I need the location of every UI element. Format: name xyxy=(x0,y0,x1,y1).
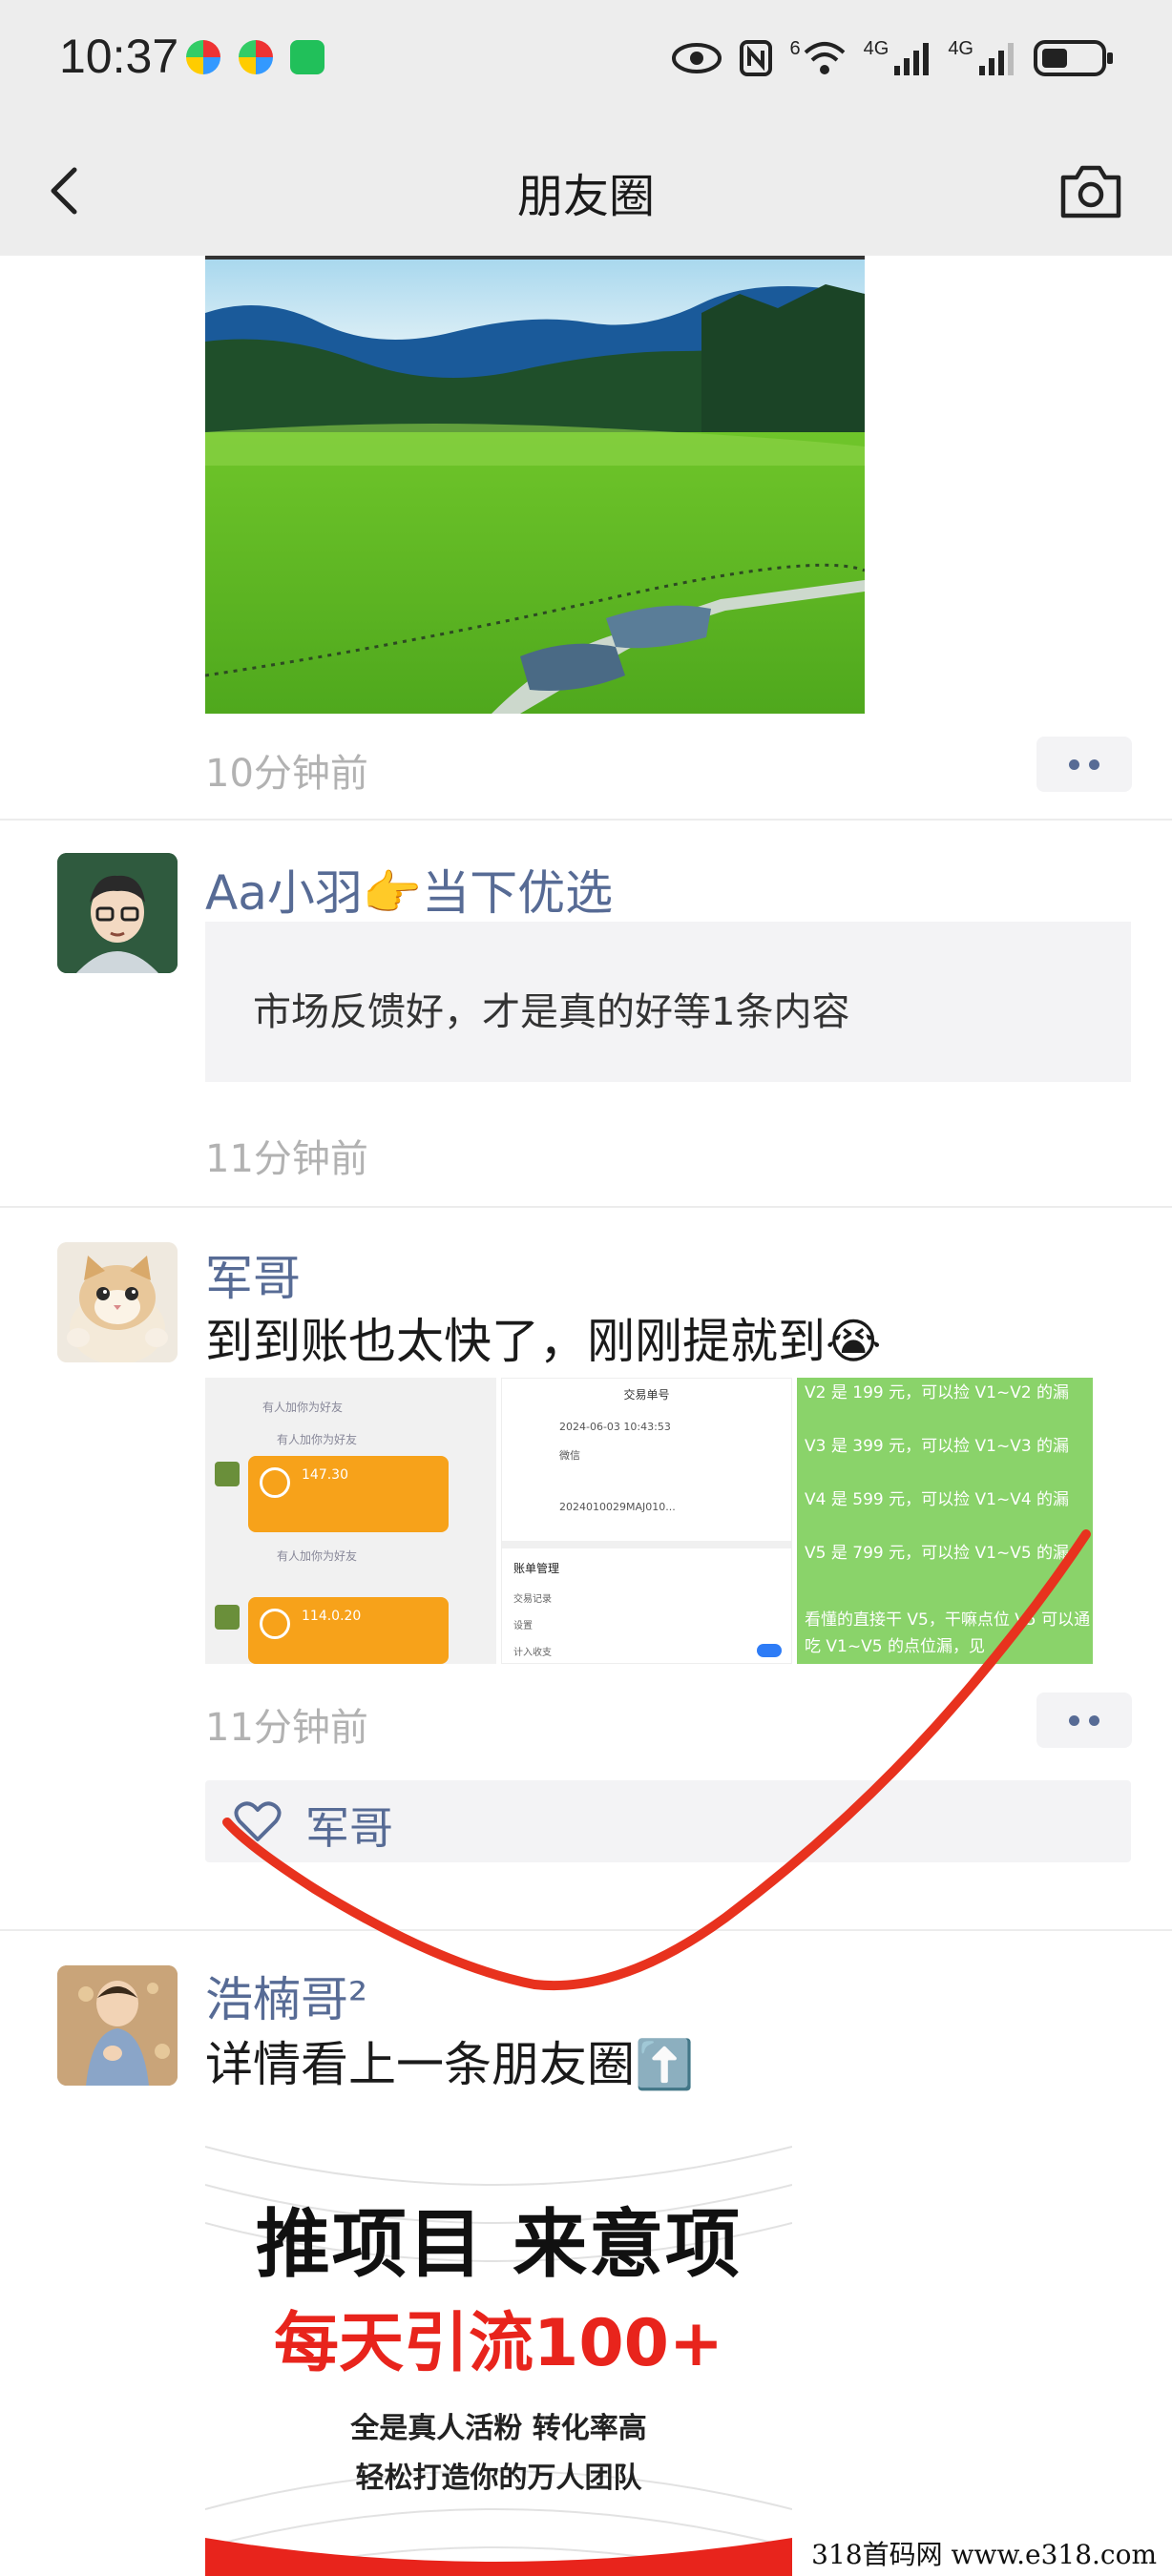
promo-poster-image[interactable]: 推项目 来意项 每天引流100+ 全是真人活粉 转化率高 轻松打造你的万人团队 xyxy=(205,2109,792,2576)
nav-bar: 朋友圈 xyxy=(0,124,1172,256)
poster-name[interactable]: Aa小羽👉当下优选 xyxy=(205,855,613,924)
poster-tagline: 轻松打造你的万人团队 xyxy=(355,2462,642,2495)
transfer-icon xyxy=(260,1609,290,1639)
avatar[interactable] xyxy=(57,853,178,973)
network-label: 4G xyxy=(863,37,889,59)
image-text: 微信 xyxy=(559,1449,580,1462)
dot-icon xyxy=(1069,758,1079,770)
image-text: 交易单号 xyxy=(623,1388,670,1402)
image-text: V5 是 799 元，可以捡 V1~V5 的漏 xyxy=(805,1544,1070,1563)
cartoon-avatar-icon xyxy=(57,853,178,973)
camera-icon[interactable] xyxy=(1057,160,1124,221)
site-watermark: 318首码网 www.e318.com xyxy=(806,2534,1162,2572)
transfer-amount: 147.30 xyxy=(302,1467,348,1483)
transfer-bubble: 147.30 xyxy=(248,1456,449,1532)
liker-name[interactable]: 军哥 xyxy=(305,1794,393,1857)
app-notification-icon xyxy=(186,40,220,74)
wifi-icon xyxy=(804,42,845,74)
image-text: 看懂的直接干 V5，干嘛点位 V5 可以通吃 V1~V5 的点位漏，见 xyxy=(805,1610,1091,1656)
image-text: 2024-06-03 10:43:53 xyxy=(559,1421,671,1433)
poster-name[interactable]: 浩楠哥² xyxy=(205,1962,367,2030)
bill-detail-image[interactable]: 交易单号 2024-06-03 10:43:53 微信 2024010029MA… xyxy=(501,1378,792,1664)
text-note-image[interactable]: V2 是 199 元，可以捡 V1~V2 的漏 V3 是 399 元，可以捡 V… xyxy=(797,1378,1093,1664)
shared-content-text: 市场反馈好，才是真的好等1条内容 xyxy=(253,990,850,1034)
transfer-bubble: 114.0.20 xyxy=(248,1597,449,1664)
transfer-icon xyxy=(260,1467,290,1498)
post-time: 10分钟前 xyxy=(205,752,368,796)
image-text: 交易记录 xyxy=(513,1594,552,1605)
baby-avatar-icon xyxy=(57,1965,178,2086)
image-text: V3 是 399 元，可以捡 V1~V3 的漏 xyxy=(805,1437,1070,1456)
moment-post: 浩楠哥² 详情看上一条朋友圈⬆️ 推项目 来意项 每天引流100+ 全是真人活粉… xyxy=(0,1931,1172,2576)
cat-avatar-icon xyxy=(57,1242,178,1362)
wechat-icon xyxy=(290,40,324,74)
more-actions-button[interactable] xyxy=(1036,737,1132,792)
eye-icon xyxy=(671,43,722,73)
network-label: 6 xyxy=(789,37,801,59)
image-text: 有人加你为好友 xyxy=(277,1549,358,1563)
status-bar: 10:37 6 4G 4G xyxy=(0,0,1172,124)
post-text: 详情看上一条朋友圈⬆️ xyxy=(205,2037,695,2092)
image-text: 账单管理 xyxy=(513,1562,560,1575)
heart-icon xyxy=(234,1801,282,1841)
image-text: 2024010029MAJ010... xyxy=(559,1501,676,1513)
post-time: 11分钟前 xyxy=(205,1137,368,1181)
poster-name[interactable]: 军哥 xyxy=(205,1240,301,1309)
shared-content-card[interactable]: 市场反馈好，才是真的好等1条内容 xyxy=(205,922,1131,1082)
moment-post: 10分钟前 xyxy=(0,256,1172,819)
moment-post: 军哥 到到账也太快了，刚刚提就到😭 有人加你为好友 有人加你为好友 147.30… xyxy=(0,1208,1172,1914)
dot-icon xyxy=(1089,1714,1099,1726)
image-grid: 有人加你为好友 有人加你为好友 147.30 有人加你为好友 114.0.20 … xyxy=(205,1378,1093,1664)
likes-bar: 军哥 xyxy=(205,1780,1131,1862)
toggle-icon xyxy=(757,1644,782,1657)
poster-tagline: 全是真人活粉 转化率高 xyxy=(350,2412,647,2445)
landscape-meadow-photo[interactable] xyxy=(205,256,865,714)
poster-headline: 推项目 来意项 xyxy=(255,2202,743,2288)
image-text: V2 是 199 元，可以捡 V1~V2 的漏 xyxy=(805,1383,1070,1402)
post-text: 到到账也太快了，刚刚提就到😭 xyxy=(205,1314,882,1369)
image-text: 设置 xyxy=(513,1621,533,1631)
image-text: V4 是 599 元，可以捡 V1~V4 的漏 xyxy=(805,1490,1070,1509)
signal-icon xyxy=(979,43,1014,75)
status-icons: 6 4G 4G xyxy=(671,34,1116,82)
image-text: 计入收支 xyxy=(513,1648,552,1658)
chat-screenshot-image[interactable]: 有人加你为好友 有人加你为好友 147.30 有人加你为好友 114.0.20 xyxy=(205,1378,496,1664)
status-time: 10:37 xyxy=(59,30,179,83)
signal-icon xyxy=(894,43,930,75)
post-time: 11分钟前 xyxy=(205,1706,368,1750)
page-title: 朋友圈 xyxy=(516,170,655,223)
dot-icon xyxy=(1069,1714,1079,1726)
avatar[interactable] xyxy=(57,1965,178,2086)
avatar[interactable] xyxy=(57,1242,178,1362)
image-text: 有人加你为好友 xyxy=(277,1433,358,1446)
image-text: 有人加你为好友 xyxy=(262,1401,344,1414)
more-actions-button[interactable] xyxy=(1036,1693,1132,1748)
nfc-icon xyxy=(739,40,772,76)
network-label: 4G xyxy=(948,37,973,59)
dot-icon xyxy=(1089,758,1099,770)
green-bubble-icon xyxy=(215,1462,240,1486)
battery-icon xyxy=(1034,40,1113,76)
poster-subheadline: 每天引流100+ xyxy=(274,2306,723,2381)
green-bubble-icon xyxy=(215,1605,240,1630)
moments-feed[interactable]: 10分钟前 Aa小羽👉当下优选 市场反馈好，才是真的好等1条内容 11分钟前 军… xyxy=(0,256,1172,2576)
app-notification-icon xyxy=(239,40,273,74)
divider xyxy=(502,1541,791,1548)
transfer-amount: 114.0.20 xyxy=(302,1609,362,1624)
